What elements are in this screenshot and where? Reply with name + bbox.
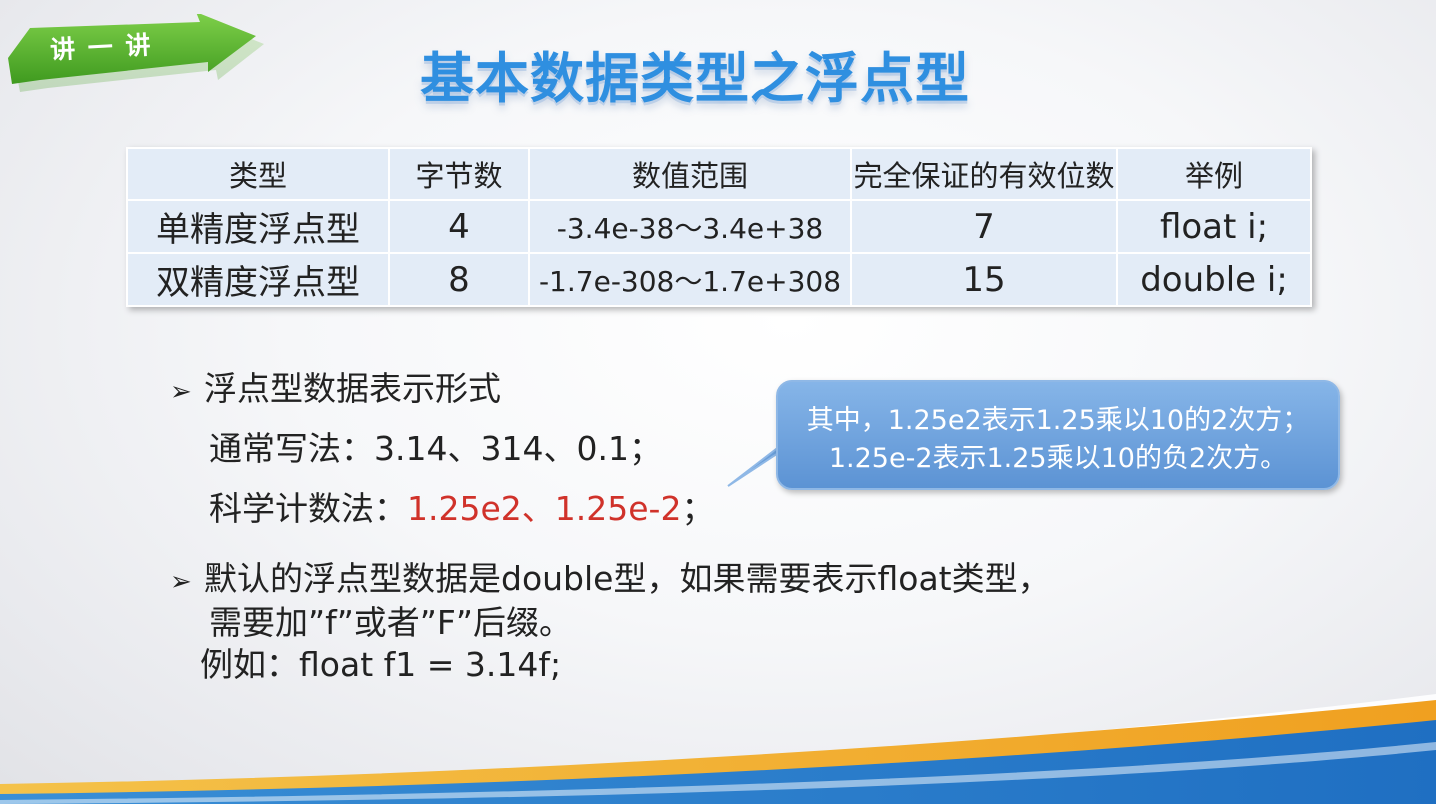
scientific-notation-line: 科学计数法：1.25e2、1.25e-2； bbox=[209, 482, 714, 530]
table-header-cell: 类型 bbox=[126, 147, 390, 201]
table-cell-type: 双精度浮点型 bbox=[126, 252, 390, 307]
badge-label: 讲 一 讲 bbox=[49, 30, 154, 65]
slide: 讲 一 讲 基本数据类型之浮点型 类型 字节数 数值范围 完全保证的有效位数 举… bbox=[0, 0, 1436, 804]
table-cell-bytes: 4 bbox=[388, 199, 530, 254]
suffix-note-line: 需要加”f”或者”F”后缀。 bbox=[209, 603, 572, 642]
normal-notation-label: 通常写法： bbox=[209, 429, 374, 468]
scientific-notation-suffix: ； bbox=[681, 489, 715, 528]
arrow-bullet-icon: ➢ bbox=[170, 567, 192, 597]
float-types-table: 类型 字节数 数值范围 完全保证的有效位数 举例 单精度浮点型 4 -3.4e-… bbox=[126, 147, 1312, 307]
bullet-default-double: ➢ 默认的浮点型数据是double型，如果需要表示float类型， bbox=[170, 552, 1051, 600]
callout-line-2: 1.25e-2表示1.25乘以10的负2次方。 bbox=[828, 443, 1288, 474]
table-header-cell: 举例 bbox=[1116, 147, 1312, 201]
table-row: 双精度浮点型 8 -1.7e-308～1.7e+308 15 double i; bbox=[126, 252, 1312, 307]
example-line: 例如：float f1 = 3.14f; bbox=[200, 645, 562, 684]
arrow-bullet-icon: ➢ bbox=[170, 377, 192, 407]
bullet-representation: ➢ 浮点型数据表示形式 bbox=[170, 362, 501, 410]
table-cell-example: float i; bbox=[1116, 199, 1312, 254]
table-header-row: 类型 字节数 数值范围 完全保证的有效位数 举例 bbox=[126, 147, 1312, 201]
table-cell-range: -3.4e-38～3.4e+38 bbox=[528, 199, 852, 254]
callout-line-1: 其中，1.25e2表示1.25乘以10的2次方； bbox=[806, 405, 1310, 436]
scientific-notation-values: 1.25e2、1.25e-2 bbox=[407, 489, 682, 528]
table-cell-bytes: 8 bbox=[388, 252, 530, 307]
table-cell-range: -1.7e-308～1.7e+308 bbox=[528, 252, 852, 307]
table-cell-digits: 7 bbox=[850, 199, 1118, 254]
table-cell-digits: 15 bbox=[850, 252, 1118, 307]
table-row: 单精度浮点型 4 -3.4e-38～3.4e+38 7 float i; bbox=[126, 199, 1312, 254]
explanation-callout: 其中，1.25e2表示1.25乘以10的2次方； 1.25e-2表示1.25乘以… bbox=[776, 380, 1340, 490]
table-header-cell: 字节数 bbox=[388, 147, 530, 201]
normal-notation-line: 通常写法：3.14、314、0.1； bbox=[209, 422, 662, 470]
normal-notation-values: 3.14、314、0.1； bbox=[374, 429, 662, 468]
table-cell-type: 单精度浮点型 bbox=[126, 199, 390, 254]
scientific-notation-label: 科学计数法： bbox=[209, 489, 407, 528]
table-cell-example: double i; bbox=[1116, 252, 1312, 307]
bullet-text: 默认的浮点型数据是double型，如果需要表示float类型， bbox=[204, 559, 1051, 598]
table-header-cell: 完全保证的有效位数 bbox=[850, 147, 1118, 201]
page-title: 基本数据类型之浮点型 bbox=[420, 47, 970, 110]
table-header-cell: 数值范围 bbox=[528, 147, 852, 201]
bullet-text: 浮点型数据表示形式 bbox=[204, 369, 501, 408]
bottom-swoosh bbox=[0, 694, 1436, 804]
